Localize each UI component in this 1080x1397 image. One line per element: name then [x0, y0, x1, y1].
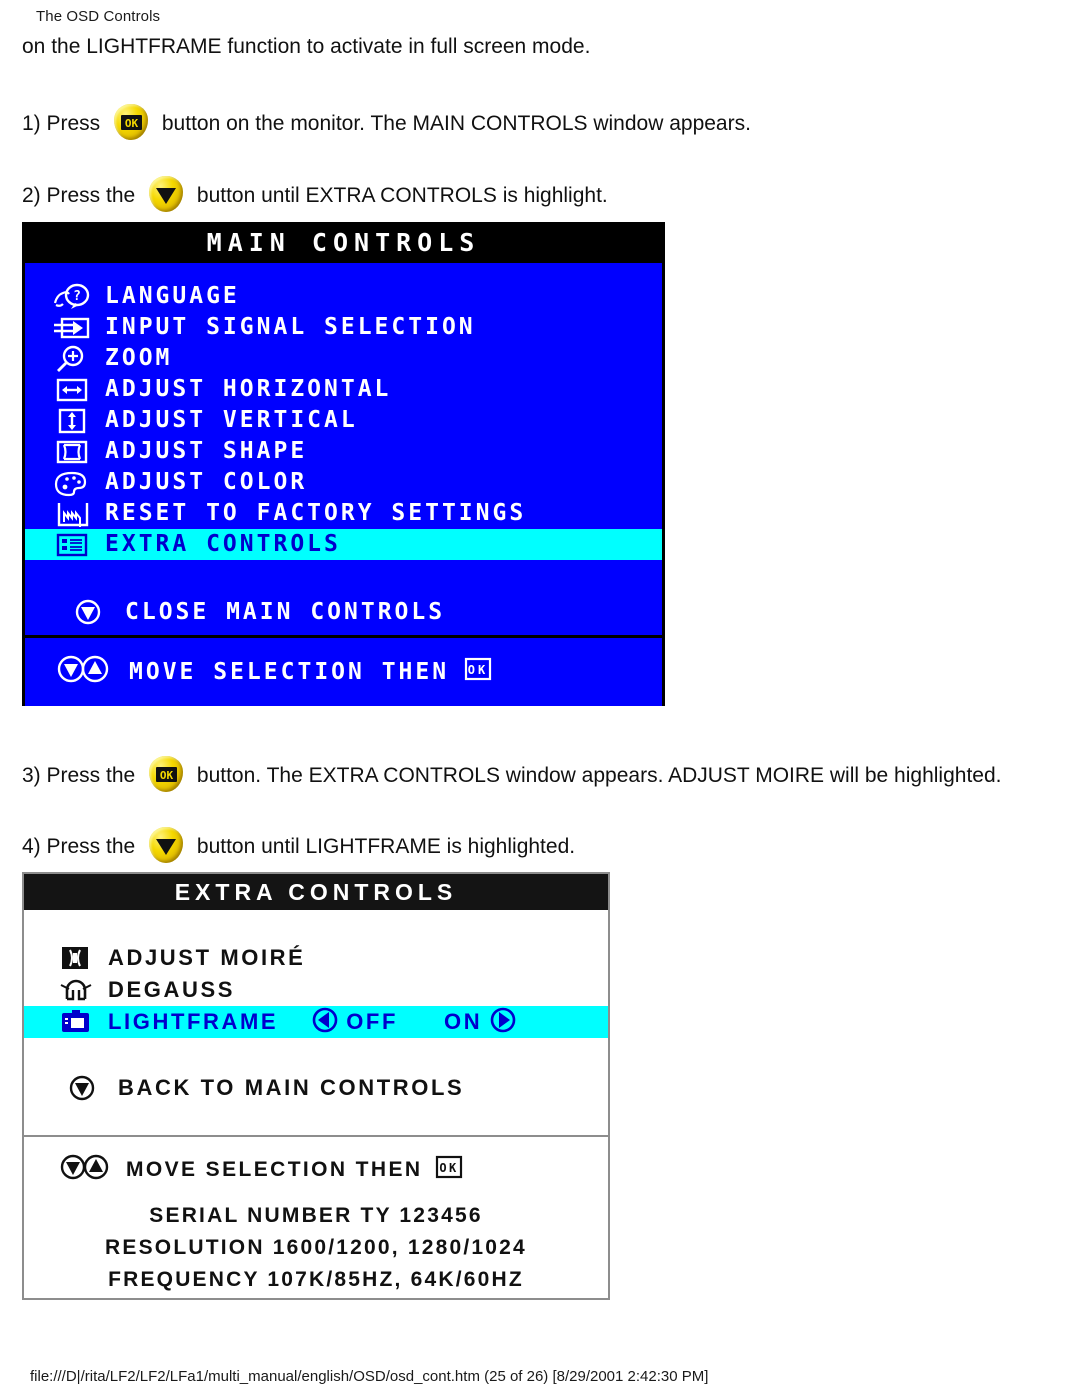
- language-icon: ?: [51, 283, 105, 311]
- menu-item-adjust-vertical[interactable]: ADJUST VERTICAL: [25, 405, 662, 436]
- color-icon: [51, 469, 105, 497]
- lightframe-icon: [58, 1008, 108, 1036]
- page-root: The OSD Controls on the LIGHTFRAME funct…: [0, 0, 1080, 1397]
- document-footer: file:///D|/rita/LF2/LF2/LFa1/multi_manua…: [30, 1368, 709, 1385]
- step-1-text-post: button on the monitor. The MAIN CONTROLS…: [161, 112, 751, 135]
- move-selection-arrows-icon: [58, 1153, 114, 1187]
- degauss-icon: [58, 976, 108, 1004]
- shape-icon: [51, 438, 105, 466]
- ok-button-icon: OK: [147, 756, 185, 794]
- monitor-resolution: RESOLUTION 1600/1200, 1280/1024: [105, 1235, 527, 1259]
- svg-text:?: ?: [73, 289, 81, 304]
- input-signal-icon: [51, 314, 105, 342]
- extra-controls-icon: [51, 531, 105, 559]
- step-1-text-pre: 1) Press: [22, 112, 101, 135]
- menu-item-reset-to-factory-settings[interactable]: RESET TO FACTORY SETTINGS: [25, 498, 662, 529]
- ok-key-icon: OK: [463, 656, 493, 688]
- menu-item-label: EXTRA CONTROLS: [105, 531, 341, 557]
- main-controls-footer: MOVE SELECTION THEN OK: [25, 638, 662, 706]
- ok-glyph: OK: [156, 767, 178, 782]
- lightframe-option-on[interactable]: ON: [444, 1009, 482, 1035]
- main-controls-menu-body: ? LANGUAGE INPUT SIGNAL SELECTION ZOOM A…: [25, 260, 662, 638]
- menu-item-extra-controls[interactable]: EXTRA CONTROLS: [25, 529, 662, 560]
- step-3-text-pre: 3) Press the: [22, 764, 136, 787]
- menu-item-zoom[interactable]: ZOOM: [25, 343, 662, 374]
- extra-controls-title: EXTRA CONTROLS: [24, 874, 608, 910]
- menu-item-label: BACK TO MAIN CONTROLS: [118, 1075, 465, 1100]
- menu-item-label: CLOSE MAIN CONTROLS: [125, 598, 446, 625]
- main-controls-footer-content: MOVE SELECTION THEN OK: [55, 654, 493, 690]
- menu-item-label: DEGAUSS: [108, 977, 235, 1002]
- ok-glyph: OK: [121, 115, 143, 130]
- menu-item-label: ADJUST MOIRÉ: [108, 945, 306, 970]
- step-4-text-post: button until LIGHTFRAME is highlighted.: [196, 835, 576, 858]
- menu-item-label: RESET TO FACTORY SETTINGS: [105, 500, 527, 526]
- svg-text:OK: OK: [125, 117, 139, 130]
- step-4-paragraph: 4) Press the button until LIGHTFRAME is …: [22, 827, 575, 865]
- close-arrow-icon: [71, 597, 125, 627]
- ok-key-icon: OK: [434, 1154, 464, 1186]
- down-arrow-glyph: [156, 839, 177, 855]
- vertical-icon: [51, 407, 105, 435]
- factory-reset-icon: [51, 500, 105, 528]
- down-arrow-glyph: [156, 188, 177, 204]
- zoom-icon: [51, 345, 105, 373]
- step-3-paragraph: 3) Press the OK button. The EXTRA CONTRO…: [22, 756, 1001, 794]
- menu-item-label: ZOOM: [105, 345, 173, 371]
- extra-controls-footer-text: MOVE SELECTION THEN: [126, 1158, 423, 1181]
- menu-item-back-to-main-controls[interactable]: BACK TO MAIN CONTROLS: [24, 1064, 608, 1112]
- step-2-paragraph: 2) Press the button until EXTRA CONTROLS…: [22, 176, 608, 214]
- down-arrow-button-icon: [147, 827, 185, 865]
- monitor-serial-number: SERIAL NUMBER TY 123456: [149, 1204, 483, 1227]
- extra-controls-osd-window: EXTRA CONTROLS ADJUST MOIRÉ DEGAUSS LIGH…: [22, 872, 610, 1300]
- menu-item-label: ADJUST HORIZONTAL: [105, 376, 392, 402]
- left-arrow-icon[interactable]: [312, 1007, 338, 1038]
- svg-text:OK: OK: [468, 663, 488, 677]
- ok-button-icon: OK: [112, 104, 150, 142]
- main-controls-footer-text: MOVE SELECTION THEN: [129, 659, 450, 685]
- menu-item-label: ADJUST SHAPE: [105, 438, 308, 464]
- lightframe-option-off[interactable]: OFF: [346, 1009, 398, 1035]
- menu-item-label: ADJUST COLOR: [105, 469, 308, 495]
- intro-paragraph: on the LIGHTFRAME function to activate i…: [22, 35, 591, 58]
- menu-item-label: LIGHTFRAME: [108, 1009, 279, 1034]
- extra-controls-footer: MOVE SELECTION THEN OK SERIAL NUMBER TY …: [24, 1137, 608, 1297]
- menu-item-degauss[interactable]: DEGAUSS: [24, 974, 608, 1006]
- step-1-paragraph: 1) Press OK button on the monitor. The M…: [22, 104, 751, 142]
- document-header: The OSD Controls: [36, 8, 161, 25]
- down-arrow-button-icon: [147, 176, 185, 214]
- menu-item-close-main-controls[interactable]: CLOSE MAIN CONTROLS: [25, 590, 662, 634]
- menu-item-label: LANGUAGE: [105, 283, 240, 309]
- step-4-text-pre: 4) Press the: [22, 835, 136, 858]
- monitor-frequency: FREQUENCY 107K/85HZ, 64K/60HZ: [108, 1267, 524, 1291]
- menu-item-adjust-horizontal[interactable]: ADJUST HORIZONTAL: [25, 374, 662, 405]
- step-2-text-post: button until EXTRA CONTROLS is highlight…: [196, 184, 608, 207]
- main-controls-title: MAIN CONTROLS: [25, 225, 662, 260]
- menu-item-adjust-moire[interactable]: ADJUST MOIRÉ: [24, 942, 608, 974]
- move-selection-arrows-icon: [55, 654, 115, 690]
- menu-spacer: [25, 560, 662, 590]
- extra-controls-move-hint: MOVE SELECTION THEN OK: [24, 1149, 608, 1191]
- menu-item-lightframe[interactable]: LIGHTFRAME OFF ON: [24, 1006, 608, 1038]
- moire-icon: [58, 944, 108, 972]
- menu-item-input-signal-selection[interactable]: INPUT SIGNAL SELECTION: [25, 312, 662, 343]
- step-2-text-pre: 2) Press the: [22, 184, 136, 207]
- menu-item-label: ADJUST VERTICAL: [105, 407, 358, 433]
- svg-text:OK: OK: [160, 769, 174, 782]
- svg-text:OK: OK: [440, 1161, 459, 1175]
- menu-item-adjust-color[interactable]: ADJUST COLOR: [25, 467, 662, 498]
- menu-item-label: INPUT SIGNAL SELECTION: [105, 314, 476, 340]
- lightframe-options: OFF ON: [312, 1007, 516, 1038]
- extra-controls-menu-body: ADJUST MOIRÉ DEGAUSS LIGHTFRAME OFF ON B…: [24, 910, 608, 1137]
- horizontal-icon: [51, 376, 105, 404]
- right-arrow-icon[interactable]: [490, 1007, 516, 1038]
- step-3-text-post: button. The EXTRA CONTROLS window appear…: [196, 764, 1002, 787]
- menu-item-adjust-shape[interactable]: ADJUST SHAPE: [25, 436, 662, 467]
- back-arrow-icon: [68, 1073, 118, 1103]
- menu-item-language[interactable]: ? LANGUAGE: [25, 281, 662, 312]
- main-controls-osd-window: MAIN CONTROLS ? LANGUAGE INPUT SIGNAL SE…: [22, 222, 665, 706]
